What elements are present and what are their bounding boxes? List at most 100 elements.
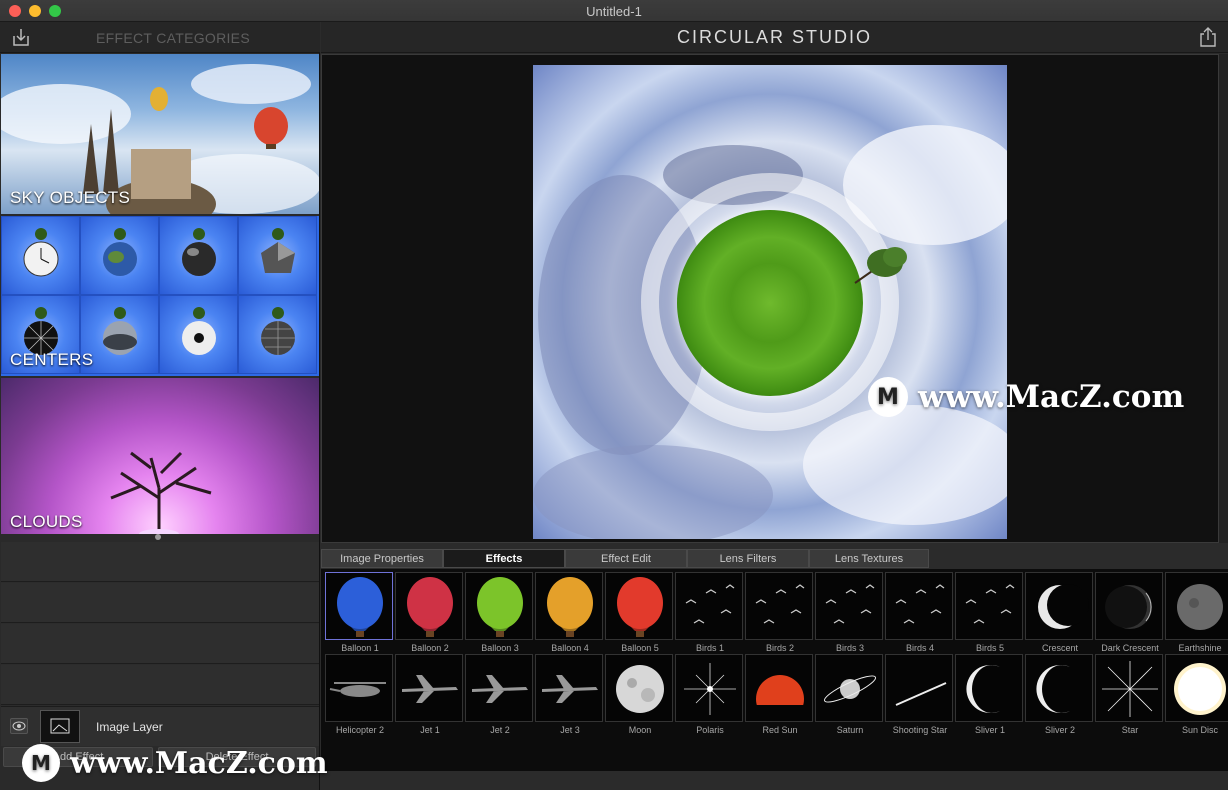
saturn-icon — [823, 675, 877, 703]
tree-graphic — [854, 247, 907, 284]
category-clouds[interactable]: CLOUDS — [1, 378, 319, 534]
effect-item[interactable]: Earthshine — [1165, 572, 1228, 654]
title-bar: Untitled-1 — [0, 0, 1228, 22]
category-label: SKY OBJECTS — [10, 188, 131, 207]
category-label: CENTERS — [10, 350, 94, 369]
effect-item[interactable]: Balloon 5 — [605, 572, 675, 654]
center-polyhedron-thumb — [238, 216, 317, 295]
layers-list — [1, 542, 319, 710]
macz-logo-icon: M — [868, 377, 908, 417]
effect-label: Birds 5 — [975, 643, 1004, 653]
effect-item[interactable]: Birds 1 — [675, 572, 745, 654]
effect-item[interactable]: Sliver 1 — [955, 654, 1025, 736]
center-black-sphere-thumb — [159, 216, 238, 295]
tab-effect-edit[interactable]: Effect Edit — [565, 549, 687, 568]
tab-image-properties[interactable]: Image Properties — [321, 549, 443, 568]
image-icon — [50, 718, 70, 734]
effect-item[interactable]: Birds 5 — [955, 572, 1025, 654]
eye-icon — [12, 721, 26, 731]
balloon-blue-icon — [337, 577, 383, 637]
effect-item[interactable]: Polaris — [675, 654, 745, 736]
layer-slot[interactable] — [1, 624, 319, 664]
effect-item[interactable]: Sun Disc — [1165, 654, 1228, 736]
effect-item[interactable]: Red Sun — [745, 654, 815, 736]
center-vinyl-thumb — [159, 295, 238, 374]
effect-label: Jet 3 — [560, 725, 580, 735]
star-icon — [1102, 661, 1158, 717]
effect-thumbnail — [885, 572, 953, 640]
effect-item[interactable]: Balloon 3 — [465, 572, 535, 654]
effect-item[interactable]: Birds 3 — [815, 572, 885, 654]
effect-thumbnail — [325, 654, 393, 722]
effect-item[interactable]: Moon — [605, 654, 675, 736]
effect-thumbnail — [815, 654, 883, 722]
effect-thumbnail — [395, 654, 463, 722]
earthshine-icon — [1177, 584, 1223, 630]
effect-item[interactable]: Crescent — [1025, 572, 1095, 654]
red-sun-icon — [746, 675, 812, 721]
layer-name: Image Layer — [96, 720, 163, 734]
effect-label: Balloon 3 — [481, 643, 519, 653]
balloon-green-icon — [477, 577, 523, 637]
effect-item[interactable]: Balloon 4 — [535, 572, 605, 654]
polaris-star-icon — [684, 663, 736, 715]
canvas-scrollbar[interactable] — [1219, 54, 1228, 543]
effect-item[interactable]: Jet 2 — [465, 654, 535, 736]
tab-lens-textures[interactable]: Lens Textures — [809, 549, 929, 568]
watermark: M www.MacZ.com — [868, 377, 1184, 417]
image-layer-row[interactable]: Image Layer — [1, 706, 319, 746]
effect-item[interactable]: Birds 4 — [885, 572, 955, 654]
sidebar-scroll-indicator[interactable] — [155, 534, 161, 540]
import-icon[interactable] — [11, 27, 31, 47]
preview-image[interactable] — [533, 65, 1007, 539]
jet-icon — [402, 675, 458, 703]
effect-label: Birds 1 — [695, 643, 724, 653]
effect-item[interactable]: Jet 3 — [535, 654, 605, 736]
window-title: Untitled-1 — [586, 4, 642, 19]
effect-item[interactable]: Helicopter 2 — [325, 654, 395, 736]
effect-thumbnail — [605, 654, 673, 722]
birds-icon — [825, 584, 875, 624]
sidebar: EFFECT CATEGORIES SKY OBJECTS CENTERS CL… — [0, 22, 320, 790]
effect-thumbnail — [1025, 572, 1093, 640]
app-title: CIRCULAR STUDIO — [676, 27, 872, 47]
effect-item[interactable]: Birds 2 — [745, 572, 815, 654]
watermark-text: www.MacZ.com — [918, 379, 1185, 415]
tab-effects[interactable]: Effects — [443, 549, 565, 568]
layer-slot[interactable] — [1, 542, 319, 582]
watermark-bottom: M www.MacZ.com — [22, 744, 328, 782]
effect-thumbnail — [605, 572, 673, 640]
effect-label: Saturn — [836, 725, 864, 735]
effect-thumbnail — [535, 654, 603, 722]
category-sky-objects[interactable]: SKY OBJECTS — [1, 54, 319, 214]
effect-thumbnail — [955, 572, 1023, 640]
jet-icon — [472, 675, 528, 703]
category-centers[interactable]: CENTERS — [1, 216, 319, 376]
effect-item[interactable]: Shooting Star — [885, 654, 955, 736]
layer-slot[interactable] — [1, 583, 319, 623]
tab-lens-filters[interactable]: Lens Filters — [687, 549, 809, 568]
effect-item[interactable]: Dark Crescent — [1095, 572, 1165, 654]
effect-label: Jet 2 — [490, 725, 510, 735]
share-icon[interactable] — [1199, 26, 1217, 48]
preview-canvas[interactable]: M www.MacZ.com — [321, 54, 1219, 543]
visibility-toggle[interactable] — [10, 718, 28, 734]
effect-item[interactable]: Balloon 2 — [395, 572, 465, 654]
moon-icon — [616, 665, 664, 713]
layer-slot[interactable] — [1, 665, 319, 705]
effect-item[interactable]: Sliver 2 — [1025, 654, 1095, 736]
effect-item[interactable]: Balloon 1 — [325, 572, 395, 654]
effect-item[interactable]: Saturn — [815, 654, 885, 736]
balloon-red-icon — [407, 577, 453, 637]
sliver-moon-icon — [966, 665, 1000, 713]
effect-item[interactable]: Jet 1 — [395, 654, 465, 736]
sliver-moon-icon — [1036, 665, 1070, 713]
sun-disc-icon — [1174, 663, 1226, 715]
effect-label: Balloon 2 — [411, 643, 449, 653]
effect-label: Polaris — [696, 725, 724, 735]
clouds-thumbnail — [110, 451, 212, 534]
effect-item[interactable]: Star — [1095, 654, 1165, 736]
sidebar-title: EFFECT CATEGORIES — [96, 30, 250, 46]
balloon-multicolor-icon — [617, 577, 663, 637]
helicopter-icon — [329, 682, 386, 697]
